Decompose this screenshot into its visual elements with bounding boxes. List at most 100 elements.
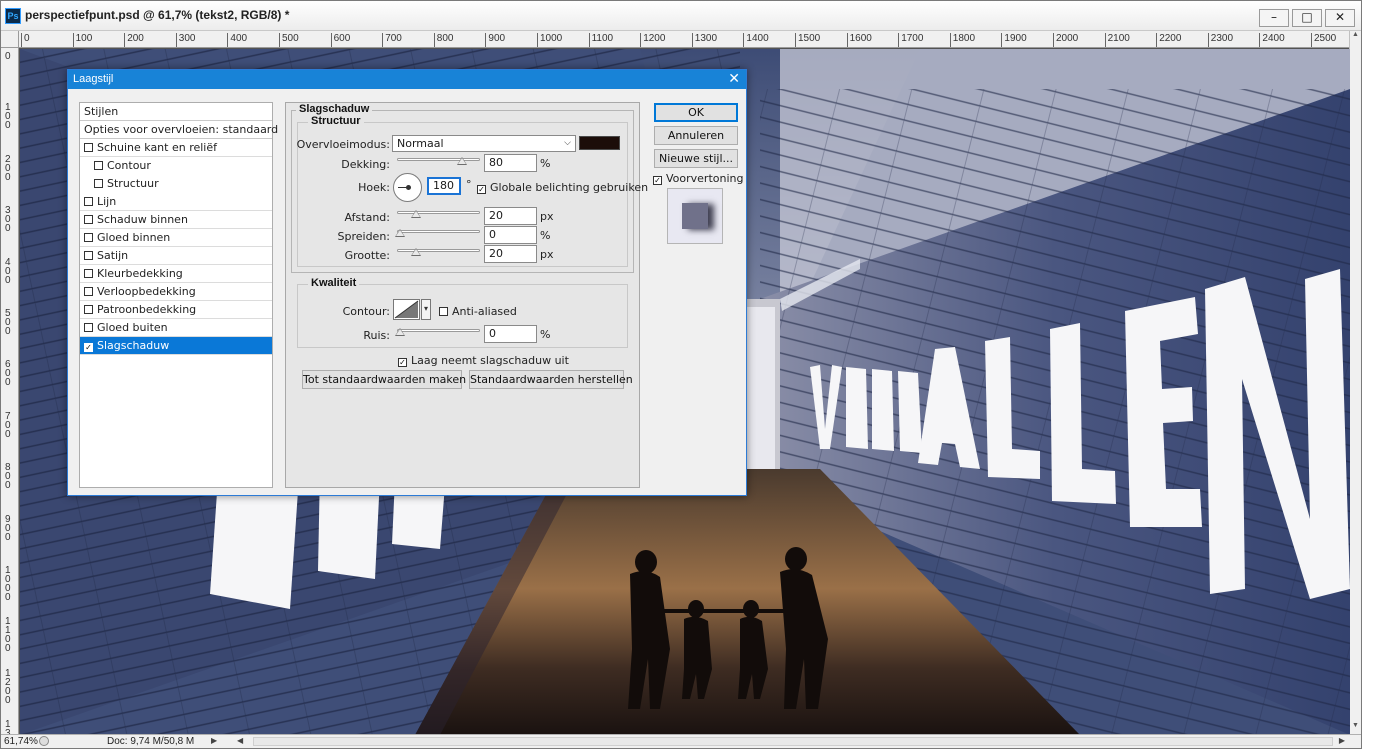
ruler-tick-label: 1200 bbox=[640, 33, 665, 47]
style-item[interactable]: Schaduw binnen bbox=[80, 211, 272, 229]
size-input[interactable]: 20 bbox=[484, 245, 537, 263]
scroll-up-icon[interactable]: ▲ bbox=[1350, 31, 1361, 43]
style-item[interactable]: Contour bbox=[80, 157, 272, 175]
style-item[interactable]: ✓ Slagschaduw bbox=[80, 337, 272, 355]
document-titlebar[interactable]: Ps perspectiefpunt.psd @ 61,7% (tekst2, … bbox=[1, 1, 1361, 31]
zoom-level[interactable]: 61,74% bbox=[4, 736, 38, 747]
ok-button[interactable]: OK bbox=[654, 103, 738, 122]
style-checkbox[interactable] bbox=[84, 143, 93, 152]
spread-slider-thumb[interactable] bbox=[395, 229, 405, 237]
make-default-button[interactable]: Tot standaardwaarden maken bbox=[302, 370, 466, 389]
style-checkbox[interactable] bbox=[84, 215, 93, 224]
style-checkbox[interactable] bbox=[84, 305, 93, 314]
knockout-option[interactable]: ✓ Laag neemt slagschaduw uit bbox=[398, 354, 569, 367]
style-checkbox[interactable] bbox=[84, 197, 93, 206]
noise-slider-thumb[interactable] bbox=[395, 328, 405, 336]
ruler-tick-label: 2300 bbox=[1207, 33, 1233, 47]
vertical-ruler[interactable]: 0 100 200 300 400 500 600 700 800 900 1000 1100 1200… bbox=[1, 48, 19, 734]
spread-input[interactable]: 0 bbox=[484, 226, 537, 244]
style-item[interactable]: Structuur bbox=[80, 175, 272, 193]
horizontal-ruler[interactable]: 0 100 200 300 400 500 600 700 800 900 1000 1100 1200… bbox=[19, 31, 1349, 48]
scroll-left-icon[interactable]: ◀ bbox=[237, 736, 243, 745]
noise-slider[interactable] bbox=[395, 325, 480, 337]
zoom-options-icon[interactable] bbox=[39, 736, 49, 746]
distance-slider-thumb[interactable] bbox=[411, 210, 421, 218]
ruler-tick-label: 500 bbox=[5, 308, 11, 337]
reset-default-button[interactable]: Standaardwaarden herstellen bbox=[469, 370, 633, 389]
knockout-checkbox[interactable]: ✓ bbox=[398, 358, 407, 367]
style-item[interactable]: Gloed buiten bbox=[80, 319, 272, 337]
global-light-checkbox[interactable]: ✓ bbox=[477, 185, 486, 194]
chevron-down-icon: ⌵ bbox=[564, 138, 571, 148]
preview-checkbox[interactable]: ✓ bbox=[653, 176, 662, 185]
style-checkbox[interactable] bbox=[84, 269, 93, 278]
scroll-right-icon[interactable]: ▶ bbox=[1339, 736, 1345, 745]
style-item[interactable]: Schuine kant en reliëf bbox=[80, 139, 272, 157]
close-window-button[interactable]: ✕ bbox=[1325, 9, 1355, 27]
style-checkbox[interactable]: ✓ bbox=[84, 343, 93, 352]
dialog-titlebar[interactable]: Laagstijl ✕ bbox=[68, 70, 746, 89]
cancel-button[interactable]: Annuleren bbox=[654, 126, 738, 145]
angle-input[interactable]: 180 bbox=[427, 177, 461, 195]
style-item[interactable]: Kleurbedekking bbox=[80, 265, 272, 283]
shadow-color-swatch[interactable] bbox=[579, 136, 620, 150]
ruler-tick-label: 500 bbox=[279, 33, 299, 47]
preview-option[interactable]: ✓ Voorvertoning bbox=[653, 172, 743, 185]
vertical-scrollbar[interactable]: ▲ ▼ bbox=[1349, 31, 1361, 734]
style-checkbox[interactable] bbox=[84, 233, 93, 242]
ruler-tick-label: 700 bbox=[5, 410, 11, 440]
style-item[interactable]: Lijn bbox=[80, 193, 272, 211]
close-icon[interactable]: ✕ bbox=[728, 71, 740, 87]
angle-label: Hoek: bbox=[358, 181, 390, 194]
ruler-tick-label: 400 bbox=[227, 33, 247, 47]
blending-options-item[interactable]: Opties voor overvloeien: standaard bbox=[80, 121, 278, 139]
ruler-tick-label: 800 bbox=[5, 462, 11, 492]
ruler-tick-label: 900 bbox=[5, 513, 11, 543]
spread-slider-track bbox=[397, 230, 480, 233]
style-item[interactable]: Gloed binnen bbox=[80, 229, 272, 247]
anti-aliased-checkbox[interactable] bbox=[439, 307, 448, 316]
opacity-label: Dekking: bbox=[341, 158, 390, 171]
horizontal-scrollbar[interactable] bbox=[253, 737, 1333, 746]
ruler-origin[interactable] bbox=[1, 31, 19, 48]
angle-dial[interactable] bbox=[393, 173, 422, 202]
spread-slider[interactable] bbox=[395, 226, 480, 238]
scroll-down-icon[interactable]: ▼ bbox=[1350, 722, 1361, 734]
style-checkbox[interactable] bbox=[84, 287, 93, 296]
opacity-slider[interactable] bbox=[397, 154, 480, 166]
contour-dropdown-icon[interactable]: ▾ bbox=[421, 299, 431, 320]
style-checkbox[interactable] bbox=[94, 179, 103, 188]
opacity-slider-thumb[interactable] bbox=[457, 157, 467, 165]
document-title: perspectiefpunt.psd @ 61,7% (tekst2, RGB… bbox=[25, 8, 290, 22]
contour-picker[interactable] bbox=[393, 299, 420, 320]
style-checkbox[interactable] bbox=[84, 323, 93, 332]
status-bar: 61,74% Doc: 9,74 M/50,8 M ▶ ◀ ▶ bbox=[1, 734, 1361, 748]
size-label: Grootte: bbox=[344, 249, 390, 262]
style-item[interactable]: Satijn bbox=[80, 247, 272, 265]
noise-slider-track bbox=[397, 329, 480, 332]
knockout-label: Laag neemt slagschaduw uit bbox=[411, 354, 569, 367]
noise-input[interactable]: 0 bbox=[484, 325, 537, 343]
opacity-input[interactable]: 80 bbox=[484, 154, 537, 172]
anti-aliased-option[interactable]: Anti-aliased bbox=[439, 305, 517, 318]
style-item[interactable]: Patroonbedekking bbox=[80, 301, 272, 319]
style-item[interactable]: Verloopbedekking bbox=[80, 283, 272, 301]
style-checkbox[interactable] bbox=[94, 161, 103, 170]
noise-label: Ruis: bbox=[363, 329, 390, 342]
blend-mode-select[interactable]: Normaal ⌵ bbox=[392, 135, 576, 152]
status-menu-arrow-icon[interactable]: ▶ bbox=[211, 736, 217, 745]
ruler-tick-label: 300 bbox=[5, 205, 11, 235]
size-slider-thumb[interactable] bbox=[411, 248, 421, 256]
new-style-button[interactable]: Nieuwe stijl... bbox=[654, 149, 738, 168]
global-light-option[interactable]: ✓ Globale belichting gebruiken bbox=[477, 181, 648, 194]
ruler-tick-label: 1600 bbox=[846, 33, 872, 47]
styles-header[interactable]: Stijlen bbox=[80, 103, 272, 121]
minimize-button[interactable]: – bbox=[1259, 9, 1289, 27]
style-checkbox[interactable] bbox=[84, 251, 93, 260]
size-slider[interactable] bbox=[397, 245, 480, 257]
distance-slider[interactable] bbox=[397, 207, 480, 219]
style-item-label: Schuine kant en reliëf bbox=[97, 141, 218, 154]
maximize-button[interactable]: □ bbox=[1292, 9, 1322, 27]
distance-input[interactable]: 20 bbox=[484, 207, 537, 225]
ruler-tick-label: 2000 bbox=[1053, 33, 1078, 47]
